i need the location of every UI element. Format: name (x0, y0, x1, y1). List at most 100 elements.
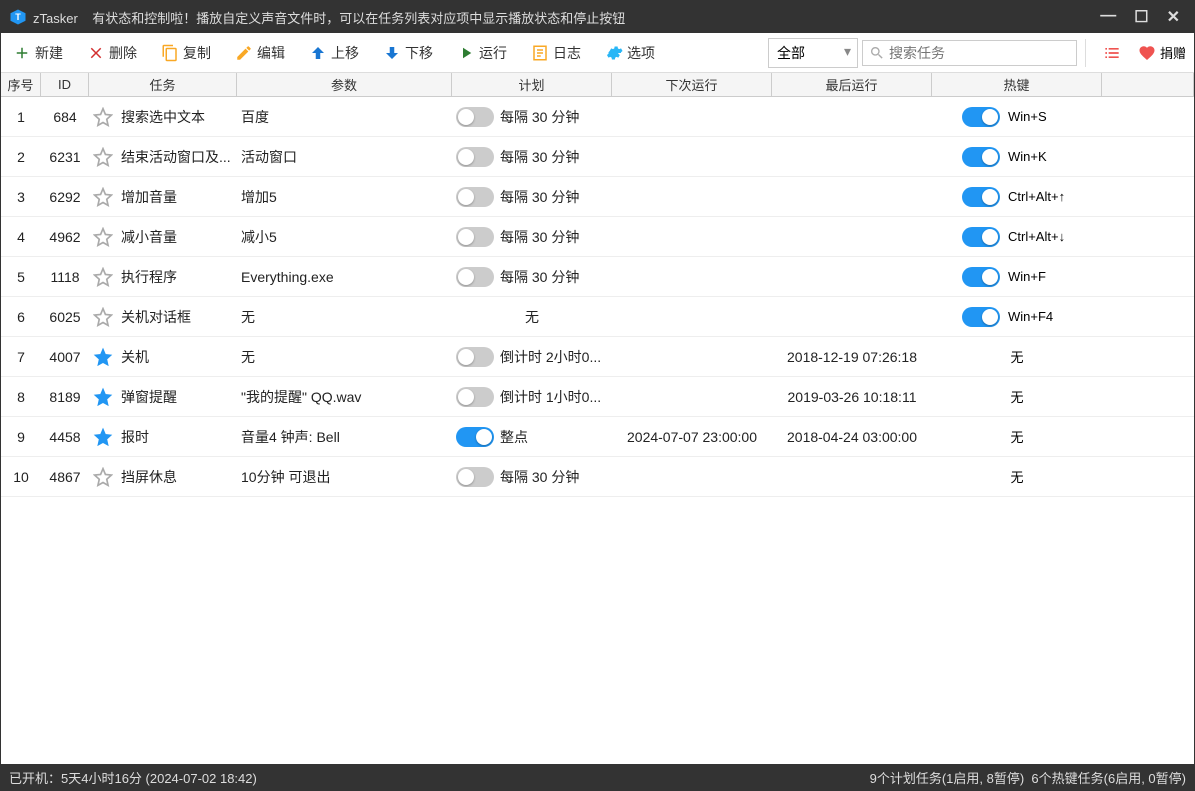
cell-star[interactable] (89, 107, 117, 127)
search-input[interactable] (889, 45, 1070, 61)
cell-star[interactable] (89, 267, 117, 287)
cell-plan: 每隔 30 分钟 (452, 467, 612, 487)
close-button[interactable]: ✕ (1167, 7, 1180, 27)
cell-star[interactable] (89, 187, 117, 207)
gear-icon (605, 44, 623, 62)
table-row[interactable]: 8 8189 弹窗提醒 "我的提醒" QQ.wav 倒计时 1小时0... 20… (1, 377, 1194, 417)
cell-plan: 每隔 30 分钟 (452, 267, 612, 287)
cell-seq: 4 (1, 229, 41, 245)
plan-text: 每隔 30 分钟 (500, 467, 579, 487)
col-task[interactable]: 任务 (89, 73, 237, 96)
toolbar: 新建 删除 复制 编辑 上移 下移 运行 日志 (1, 33, 1194, 73)
table-row[interactable]: 2 6231 结束活动窗口及... 活动窗口 每隔 30 分钟 Win+K (1, 137, 1194, 177)
col-param[interactable]: 参数 (237, 73, 452, 96)
hotkey-toggle[interactable] (962, 107, 1000, 127)
arrow-up-icon (309, 44, 327, 62)
move-up-button[interactable]: 上移 (301, 39, 367, 67)
delete-button[interactable]: 删除 (79, 39, 145, 67)
cell-star[interactable] (89, 347, 117, 367)
cell-param: "我的提醒" QQ.wav (237, 387, 452, 407)
edit-button[interactable]: 编辑 (227, 39, 293, 67)
col-next[interactable]: 下次运行 (612, 73, 772, 96)
hotkey-toggle[interactable] (962, 187, 1000, 207)
cell-seq: 1 (1, 109, 41, 125)
star-icon (93, 347, 113, 367)
plan-toggle[interactable] (456, 467, 494, 487)
list-view-button[interactable] (1094, 39, 1130, 67)
plan-text: 整点 (500, 427, 528, 447)
cell-star[interactable] (89, 467, 117, 487)
run-button[interactable]: 运行 (449, 39, 515, 67)
arrow-down-icon (383, 44, 401, 62)
table-row[interactable]: 10 4867 挡屏休息 10分钟 可退出 每隔 30 分钟 无 (1, 457, 1194, 497)
plan-toggle[interactable] (456, 227, 494, 247)
plan-summary: 9个计划任务(1启用, 8暂停) (870, 768, 1025, 787)
star-icon (93, 307, 113, 327)
col-seq[interactable]: 序号 (1, 73, 41, 96)
table-row[interactable]: 4 4962 减小音量 减小5 每隔 30 分钟 Ctrl+Alt+↓ (1, 217, 1194, 257)
hotkey-toggle[interactable] (962, 227, 1000, 247)
minimize-button[interactable]: — (1100, 7, 1116, 27)
log-button[interactable]: 日志 (523, 39, 589, 67)
cell-seq: 2 (1, 149, 41, 165)
plan-toggle[interactable] (456, 267, 494, 287)
table-row[interactable]: 1 684 搜索选中文本 百度 每隔 30 分钟 Win+S (1, 97, 1194, 137)
plan-toggle[interactable] (456, 347, 494, 367)
options-button[interactable]: 选项 (597, 39, 663, 67)
cell-plan: 无 (452, 307, 612, 327)
move-down-button[interactable]: 下移 (375, 39, 441, 67)
cell-task: 报时 (117, 427, 237, 447)
hotkey-text: 无 (1010, 347, 1023, 366)
cell-plan: 每隔 30 分钟 (452, 187, 612, 207)
search-box[interactable] (862, 40, 1077, 66)
cell-task: 弹窗提醒 (117, 387, 237, 407)
hotkey-toggle[interactable] (962, 147, 1000, 167)
plan-text: 每隔 30 分钟 (500, 187, 579, 207)
col-last[interactable]: 最后运行 (772, 73, 932, 96)
copy-button[interactable]: 复制 (153, 39, 219, 67)
cell-param: Everything.exe (237, 269, 452, 285)
table-row[interactable]: 6 6025 关机对话框 无 无 Win+F4 (1, 297, 1194, 337)
maximize-button[interactable]: ☐ (1134, 7, 1148, 27)
table-header: 序号 ID 任务 参数 计划 下次运行 最后运行 热键 (1, 73, 1194, 97)
cell-param: 活动窗口 (237, 147, 452, 167)
col-plan[interactable]: 计划 (452, 73, 612, 96)
plan-toggle[interactable] (456, 187, 494, 207)
col-hotkey[interactable]: 热键 (932, 73, 1102, 96)
titlebar: T zTasker 有状态和控制啦！播放自定义声音文件时，可以在任务列表对应项中… (1, 1, 1194, 33)
hotkey-text: 无 (1010, 387, 1023, 406)
cell-star[interactable] (89, 387, 117, 407)
cell-star[interactable] (89, 307, 117, 327)
cell-star[interactable] (89, 227, 117, 247)
cell-plan: 每隔 30 分钟 (452, 227, 612, 247)
plan-toggle[interactable] (456, 107, 494, 127)
cell-id: 684 (41, 109, 89, 125)
hotkey-toggle[interactable] (962, 307, 1000, 327)
search-icon (869, 45, 885, 61)
plan-toggle[interactable] (456, 427, 494, 447)
plan-text: 每隔 30 分钟 (500, 227, 579, 247)
hotkey-text: Win+F4 (1008, 309, 1053, 324)
table-row[interactable]: 5 1118 执行程序 Everything.exe 每隔 30 分钟 Win+… (1, 257, 1194, 297)
star-icon (93, 147, 113, 167)
log-icon (531, 44, 549, 62)
hotkey-text: Win+S (1008, 109, 1047, 124)
cell-star[interactable] (89, 147, 117, 167)
cell-task: 结束活动窗口及... (117, 147, 237, 167)
hotkey-toggle[interactable] (962, 267, 1000, 287)
table-row[interactable]: 9 4458 报时 音量4 钟声: Bell 整点 2024-07-07 23:… (1, 417, 1194, 457)
star-icon (93, 467, 113, 487)
table-row[interactable]: 3 6292 增加音量 增加5 每隔 30 分钟 Ctrl+Alt+↑ (1, 177, 1194, 217)
cell-star[interactable] (89, 427, 117, 447)
plan-toggle[interactable] (456, 147, 494, 167)
list-icon (1102, 43, 1122, 63)
filter-select[interactable]: 全部 (768, 38, 858, 68)
play-icon (457, 44, 475, 62)
table-row[interactable]: 7 4007 关机 无 倒计时 2小时0... 2018-12-19 07:26… (1, 337, 1194, 377)
plan-toggle[interactable] (456, 387, 494, 407)
donate-button[interactable]: 捐赠 (1130, 39, 1194, 66)
cell-param: 10分钟 可退出 (237, 467, 452, 487)
new-button[interactable]: 新建 (5, 39, 71, 67)
col-id[interactable]: ID (41, 73, 89, 96)
hotkey-text: Ctrl+Alt+↓ (1008, 229, 1065, 244)
